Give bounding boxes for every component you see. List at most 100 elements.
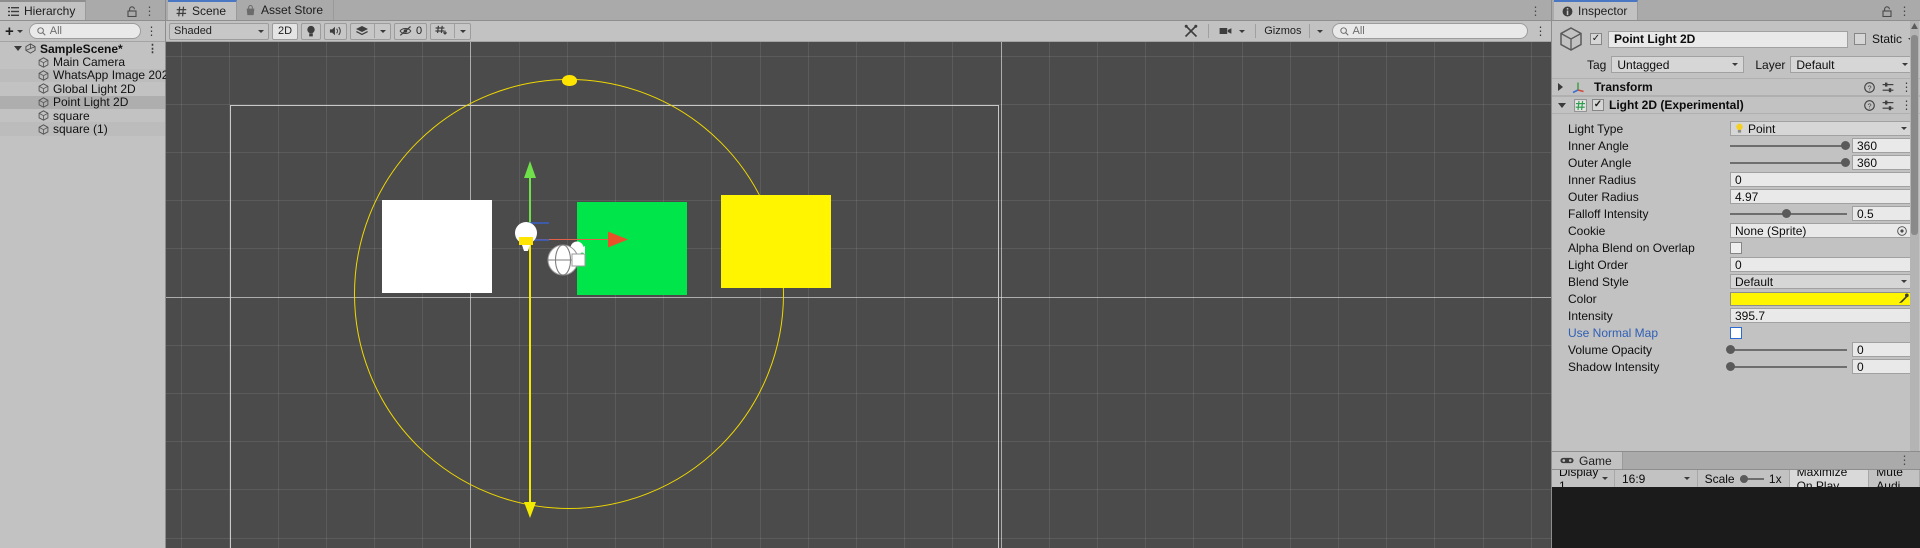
inspector-menu-icon[interactable]: ⋮	[1899, 4, 1913, 18]
tab-hierarchy[interactable]: Hierarchy	[0, 0, 87, 20]
gameobject-name-input[interactable]: Point Light 2D	[1608, 30, 1848, 48]
prop-outer-radius-input[interactable]: 4.97	[1730, 189, 1912, 204]
prop-shadow-intensity-value-input[interactable]: 0	[1852, 359, 1912, 374]
hierarchy-options-icon[interactable]: ⋮	[143, 24, 163, 38]
light-radius-handle[interactable]	[562, 75, 577, 86]
prop-shadow-intensity-slider[interactable]	[1725, 359, 1847, 374]
chevron-right-icon[interactable]	[1558, 83, 1563, 91]
lock-icon[interactable]	[1881, 5, 1892, 17]
hierarchy-item-samplescene[interactable]: SampleScene* ⋮	[0, 42, 165, 56]
game-display-dropdown[interactable]: Display 1	[1552, 465, 1615, 493]
scene-audio-toggle[interactable]	[324, 22, 347, 40]
eyedropper-icon[interactable]	[1898, 293, 1909, 304]
preset-icon[interactable]	[1882, 82, 1894, 93]
prop-outer-angle-slider[interactable]	[1730, 155, 1850, 170]
prop-blend-style-dropdown[interactable]: Default	[1730, 274, 1912, 289]
tab-scene[interactable]: Scene	[168, 0, 238, 20]
prop-falloff-intensity-value-input[interactable]: 0.5	[1852, 206, 1912, 221]
scene-gizmos-dropdown[interactable]: Gizmos	[1262, 23, 1324, 40]
prop-inner-radius-input[interactable]: 0	[1730, 172, 1912, 187]
prop-row-falloff-intensity: Falloff Intensity 0.5	[1552, 205, 1920, 222]
help-icon[interactable]: ?	[1863, 81, 1875, 93]
hierarchy-item-square-1[interactable]: square (1)	[0, 122, 165, 136]
hierarchy-expand-toggle[interactable]	[14, 46, 22, 52]
inspector-scrollbar[interactable]	[1910, 21, 1919, 451]
main-camera-gizmo[interactable]	[547, 240, 589, 278]
object-picker-icon[interactable]	[1897, 225, 1907, 236]
scene-2d-toggle[interactable]: 2D	[272, 22, 298, 40]
lock-icon[interactable]	[126, 5, 137, 17]
scene-grid-dropdown[interactable]	[430, 22, 472, 40]
prop-volume-opacity-value-input[interactable]: 0	[1852, 342, 1912, 357]
light-outer-radius-circle[interactable]	[354, 79, 784, 509]
slider-knob[interactable]	[1725, 362, 1735, 371]
prop-use-normal-map-checkbox[interactable]	[1730, 326, 1742, 339]
prop-cookie-object-field[interactable]: None (Sprite)	[1730, 223, 1912, 238]
scene-fx-dropdown[interactable]	[350, 22, 391, 40]
scene-menu-icon[interactable]: ⋮	[1530, 4, 1544, 18]
prop-light-order-input[interactable]: 0	[1730, 257, 1912, 272]
scene-viewport[interactable]	[166, 42, 1551, 548]
scene-object-white-square[interactable]	[382, 200, 492, 293]
scene-toolbar-overflow-icon[interactable]: ⋮	[1535, 24, 1549, 38]
scene-tools-button[interactable]	[1180, 23, 1202, 40]
prop-alpha-blend-on-overlap-checkbox[interactable]	[1730, 241, 1742, 254]
preset-icon[interactable]	[1882, 100, 1894, 111]
game-aspect-dropdown[interactable]: 16:9	[1615, 470, 1698, 487]
game-mute-audio-toggle[interactable]: Mute Audi	[1869, 465, 1920, 493]
prop-falloff-intensity-slider[interactable]	[1730, 206, 1847, 221]
help-icon[interactable]: ?	[1863, 99, 1875, 111]
prop-color-color-swatch[interactable]	[1730, 291, 1912, 306]
scene-camera-dropdown[interactable]	[1215, 23, 1249, 40]
scroll-up-arrow-icon[interactable]	[1911, 23, 1918, 29]
tag-dropdown[interactable]: Untagged	[1611, 56, 1745, 73]
hierarchy-item-main-camera[interactable]: Main Camera	[0, 55, 165, 69]
scene-row-menu-icon[interactable]: ⋮	[147, 42, 165, 55]
prop-intensity-input[interactable]: 395.7	[1730, 308, 1912, 323]
game-view-canvas[interactable]	[1552, 487, 1920, 548]
prop-volume-opacity-slider[interactable]	[1725, 342, 1847, 357]
hierarchy-item-square[interactable]: square	[0, 109, 165, 123]
hierarchy-item-point-light-2d[interactable]: Point Light 2D	[0, 95, 165, 109]
slider-knob[interactable]	[1840, 158, 1850, 167]
point-light-2d-gizmo[interactable]	[513, 217, 549, 259]
slider-knob[interactable]	[1725, 345, 1735, 354]
gizmo-x-arrow-icon[interactable]	[608, 231, 628, 248]
static-checkbox[interactable]	[1853, 33, 1866, 45]
slider-knob[interactable]	[1840, 141, 1850, 150]
prop-outer-angle-value-input[interactable]: 360	[1852, 155, 1912, 170]
game-menu-icon[interactable]: ⋮	[1899, 453, 1913, 467]
gizmo-y-arrow-icon[interactable]	[523, 161, 537, 179]
chevron-down-icon[interactable]	[1558, 102, 1566, 108]
component-enabled-checkbox-light2d[interactable]: ✓	[1592, 99, 1604, 111]
scene-object-green-square[interactable]	[577, 202, 687, 295]
tab-inspector[interactable]: Inspector	[1554, 0, 1639, 20]
game-scale-slider[interactable]: Scale 1x	[1698, 470, 1790, 487]
prop-inner-angle-slider[interactable]	[1730, 138, 1850, 153]
tab-asset-store[interactable]: Asset Store	[237, 0, 335, 20]
tag-label: Tag	[1587, 57, 1607, 72]
scene-hidden-objects-button[interactable]: 0	[394, 22, 428, 40]
tab-game[interactable]: Game	[1552, 452, 1623, 469]
scene-draw-mode-dropdown[interactable]: Shaded	[169, 22, 269, 40]
hierarchy-search-input[interactable]: All	[28, 23, 141, 39]
hierarchy-tree[interactable]: SampleScene* ⋮ Main Camera WhatsApp Image 2…	[0, 42, 175, 548]
slider-knob[interactable]	[1781, 209, 1791, 218]
layer-dropdown[interactable]: Default	[1790, 56, 1914, 73]
gameobject-enabled-checkbox[interactable]: ✓	[1590, 33, 1602, 45]
unity-scene-icon	[25, 43, 36, 54]
create-object-button[interactable]: +	[3, 23, 25, 40]
prop-inner-angle-value-input[interactable]: 360	[1852, 138, 1912, 153]
scene-search-input[interactable]: All	[1331, 23, 1528, 39]
scene-object-yellow-square[interactable]	[721, 195, 831, 288]
prop-light-type-dropdown[interactable]: Point	[1730, 121, 1912, 136]
hierarchy-menu-icon[interactable]: ⋮	[144, 4, 158, 18]
component-header-light2d[interactable]: ✓ Light 2D (Experimental) ? ⋮	[1552, 96, 1920, 114]
inspector-scroll-thumb[interactable]	[1911, 35, 1918, 235]
hierarchy-item-whatsapp-image-2020[interactable]: WhatsApp Image 2020	[0, 68, 175, 82]
hierarchy-item-global-light-2d[interactable]: Global Light 2D	[0, 82, 165, 96]
gizmo-y-down-arrow-icon[interactable]	[523, 502, 537, 518]
game-maximize-on-play-toggle[interactable]: Maximize On Play	[1789, 465, 1870, 493]
component-header-transform[interactable]: Transform ? ⋮	[1552, 78, 1920, 96]
scene-lighting-toggle[interactable]	[301, 22, 321, 40]
